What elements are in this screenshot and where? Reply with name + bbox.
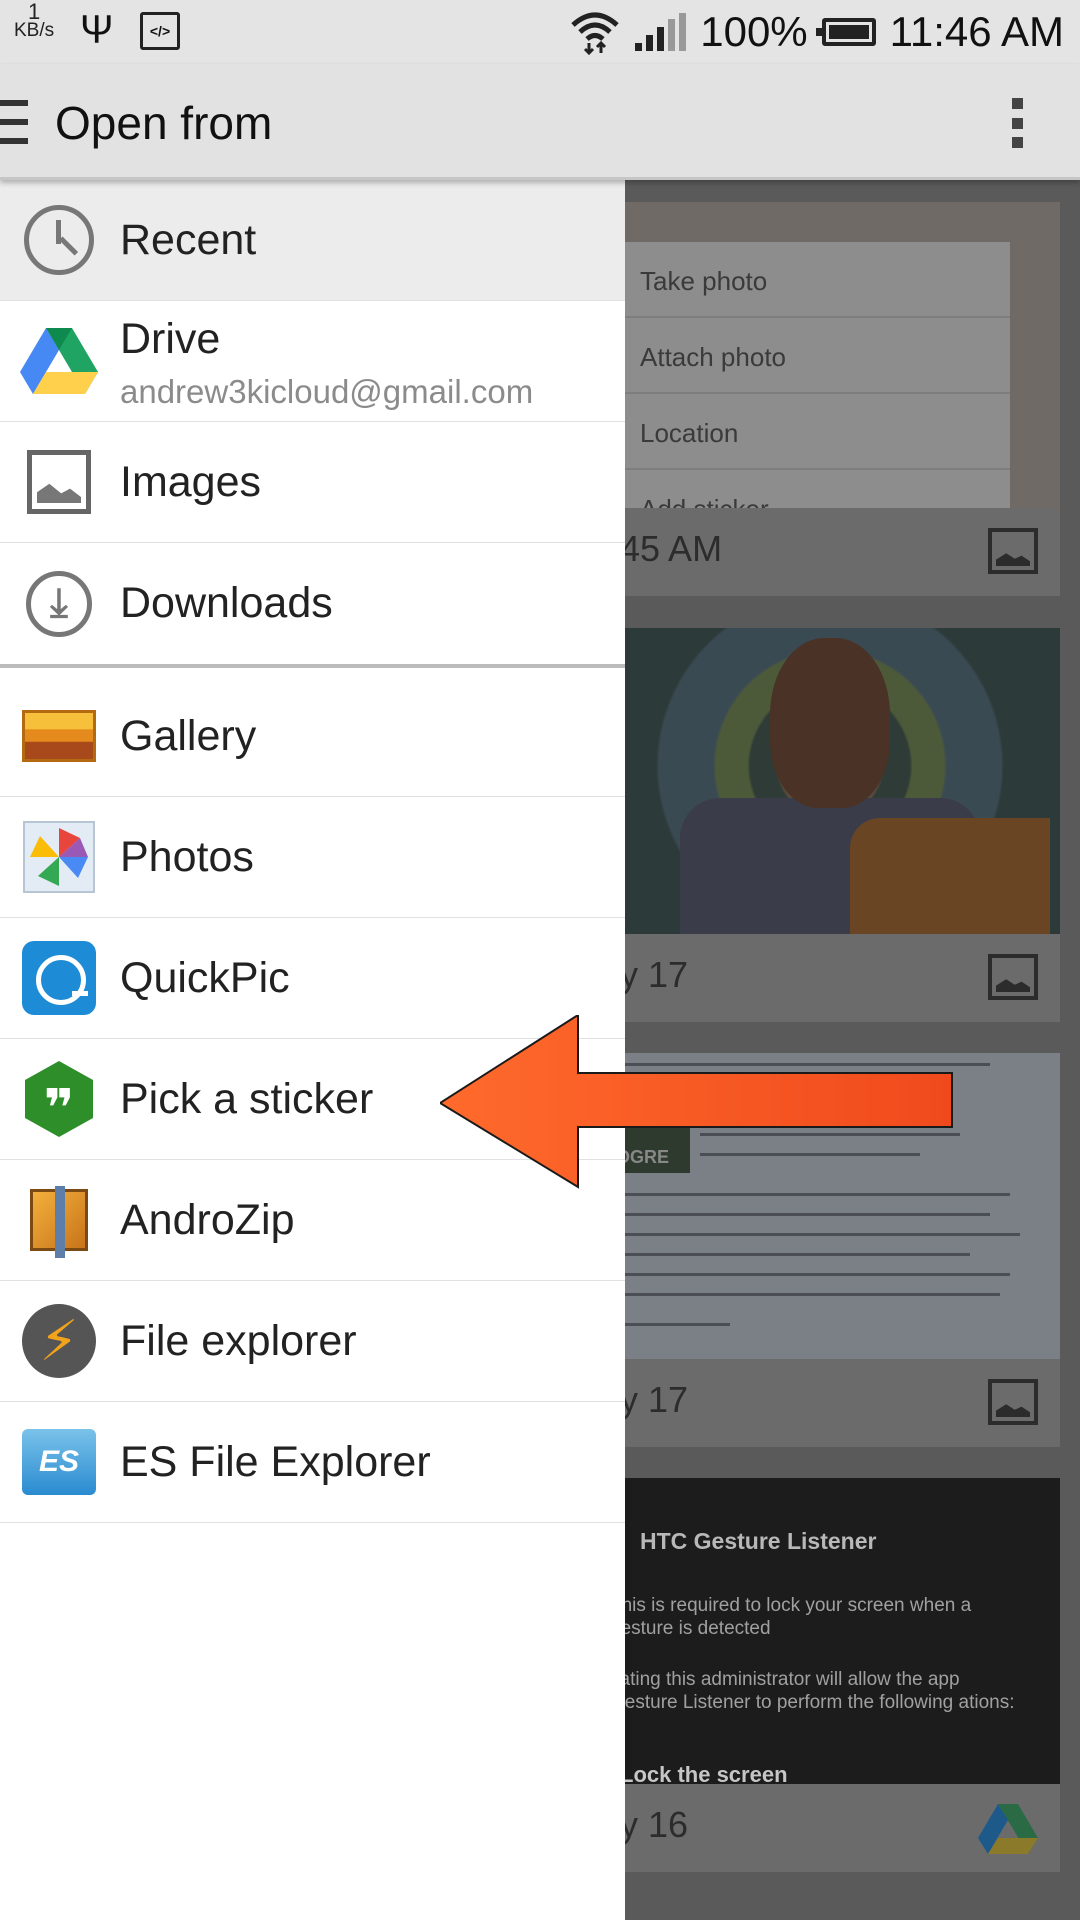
card-meta: y 17 (600, 1359, 1060, 1447)
drawer-item-label: QuickPic (120, 953, 290, 1002)
card-thumbnail (600, 628, 1060, 934)
image-type-icon (988, 1379, 1038, 1425)
background-card: HTC Gesture Listener This is required to… (600, 1478, 1060, 1872)
usb-icon: Ψ (80, 8, 114, 52)
battery-icon (815, 18, 876, 46)
google-drive-icon (20, 322, 98, 400)
card-thumbnail: HTC Gesture Listener This is required to… (600, 1478, 1060, 1784)
es-file-explorer-icon: ES (20, 1423, 98, 1501)
drawer-item-images[interactable]: Images (0, 422, 625, 543)
card-thumbnail: Take photo Attach photo Location Add sti… (600, 202, 1060, 508)
annotation-arrow-icon (440, 1015, 953, 1189)
drive-account-email: andrew3kicloud@gmail.com (120, 373, 534, 410)
dialog-text: This is required to lock your screen whe… (610, 1595, 972, 1639)
card-meta: y 17 (600, 934, 1060, 1022)
image-type-icon (988, 528, 1038, 574)
quickpic-icon (20, 939, 98, 1017)
card-date: y 17 (620, 954, 689, 995)
menu-item: Attach photo (620, 318, 1010, 394)
drawer-item-label: Gallery (120, 711, 257, 760)
lightning-icon: ⚡ (20, 1302, 98, 1380)
drawer-item-label: Images (120, 457, 262, 506)
drawer-item-recent[interactable]: Recent (0, 180, 625, 301)
dialog-text: vating this administrator will allow the… (610, 1669, 1015, 1713)
drawer-item-drive[interactable]: Drive andrew3kicloud@gmail.com (0, 301, 625, 422)
card-date: 45 AM (620, 528, 723, 569)
overflow-menu-icon[interactable] (1010, 98, 1024, 148)
status-bar: 1 KB/s Ψ </> 100% 11:46 AM (0, 0, 1080, 64)
network-speed: 1 KB/s (14, 0, 55, 41)
action-bar: Open from (0, 64, 1080, 180)
card-date: y 16 (620, 1804, 689, 1845)
drawer-item-photos[interactable]: Photos (0, 797, 625, 918)
card-meta: y 16 (600, 1784, 1060, 1872)
drawer-item-label: Photos (120, 832, 254, 881)
background-card: Take photo Attach photo Location Add sti… (600, 202, 1060, 596)
dialog-heading: HTC Gesture Listener (640, 1528, 877, 1554)
menu-item: Add sticker (620, 470, 1010, 508)
drawer-item-label: Drive (120, 315, 221, 363)
drawer-item-label: File explorer (120, 1316, 357, 1365)
menu-item: Location (620, 394, 1010, 470)
drawer-item-gallery[interactable]: Gallery (0, 676, 625, 797)
portrait-photo (600, 628, 1060, 934)
network-speed-unit: KB/s (14, 20, 55, 41)
nav-drawer-icon[interactable] (0, 100, 28, 144)
google-drive-icon (978, 1804, 1038, 1854)
clock-time: 11:46 AM (889, 8, 1064, 55)
page-title: Open from (55, 97, 273, 149)
androzip-icon (20, 1181, 98, 1259)
dialog-text: Lock the screen (620, 1762, 788, 1784)
download-icon: ⤓ (20, 565, 98, 643)
drawer-item-label: ES File Explorer (120, 1437, 431, 1486)
image-icon (20, 443, 98, 521)
menu-item: Take photo (620, 242, 1010, 318)
card-meta: 45 AM (600, 508, 1060, 596)
drawer-item-label: Pick a sticker (120, 1074, 374, 1123)
section-divider (0, 664, 625, 676)
drawer-item-file-explorer[interactable]: ⚡ File explorer (0, 1281, 625, 1402)
drawer-item-downloads[interactable]: ⤓ Downloads (0, 543, 625, 664)
clock-icon (20, 201, 98, 279)
developer-mode-icon: </> (140, 12, 180, 50)
card-date: y 17 (620, 1379, 689, 1420)
attach-menu: Take photo Attach photo Location Add sti… (620, 242, 1010, 508)
drawer-item-label: AndroZip (120, 1195, 295, 1244)
hangouts-icon: ❞ (20, 1060, 98, 1138)
drawer-item-label: Recent (120, 215, 257, 264)
photos-pinwheel-icon (20, 818, 98, 896)
battery-percent: 100% (700, 8, 808, 55)
dialog-screenshot: HTC Gesture Listener This is required to… (600, 1478, 1060, 1784)
wifi-icon (571, 12, 619, 55)
network-speed-value: 1 (27, 0, 41, 24)
cell-signal-icon (635, 13, 687, 51)
drawer-item-es-file-explorer[interactable]: ES ES File Explorer (0, 1402, 625, 1523)
image-type-icon (988, 954, 1038, 1000)
drawer-item-label: Downloads (120, 579, 333, 627)
gallery-icon (20, 697, 98, 775)
background-card: y 17 (600, 628, 1060, 1022)
